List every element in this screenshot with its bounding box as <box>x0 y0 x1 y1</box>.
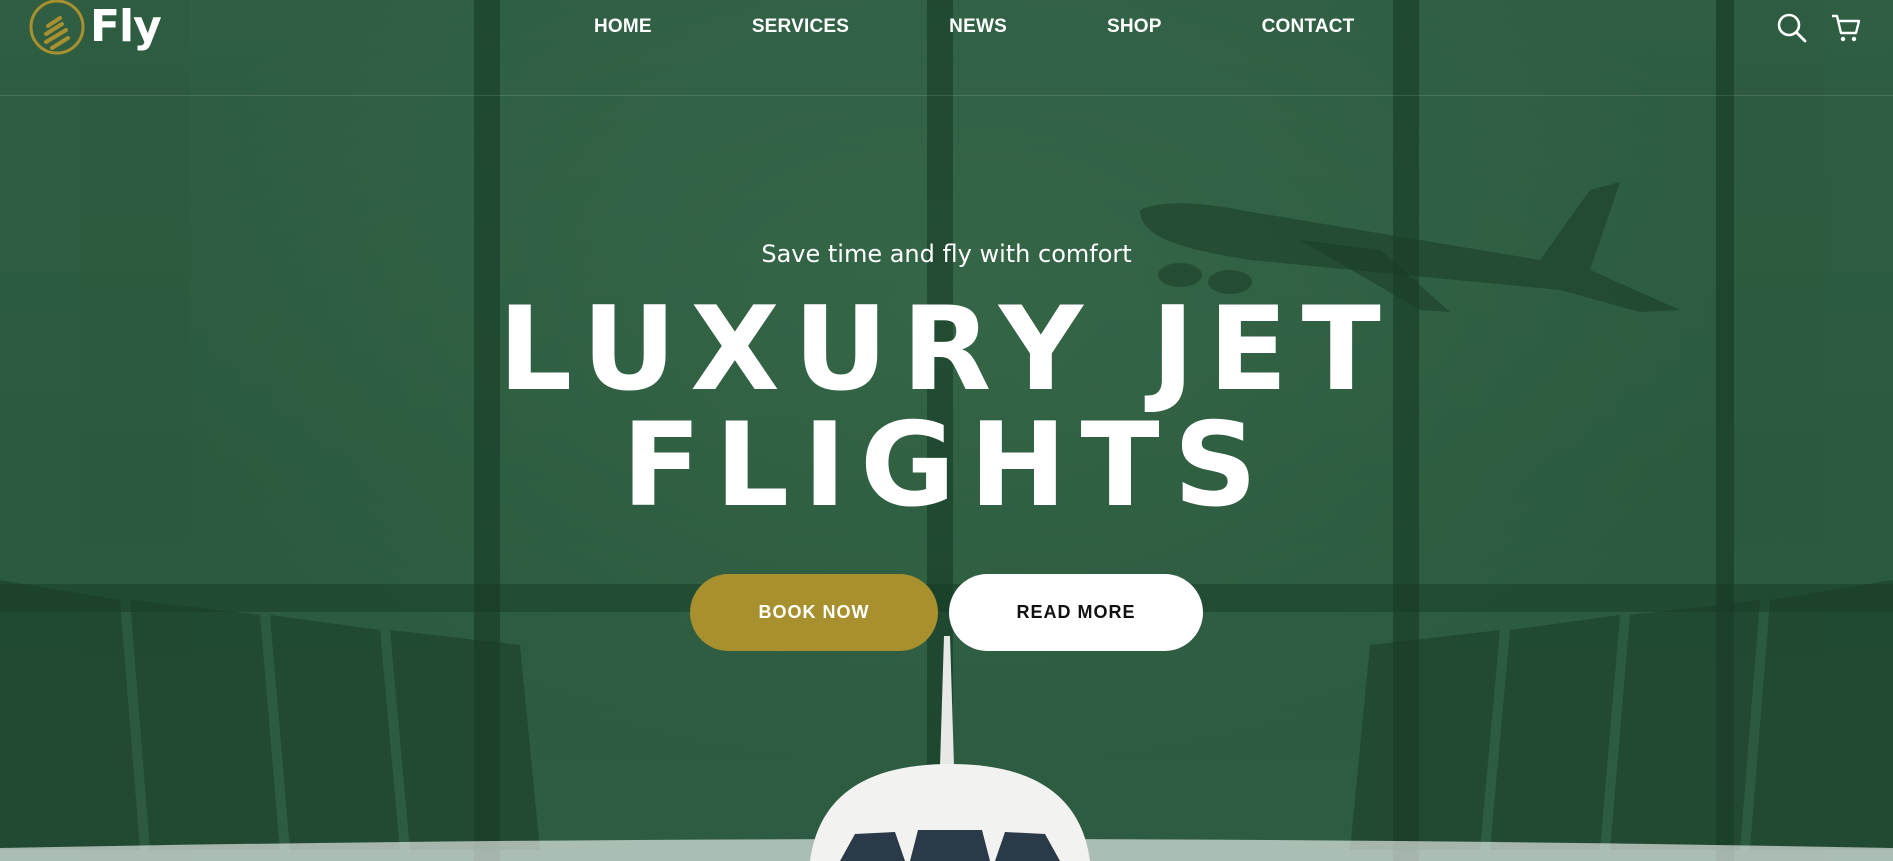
jet-nose-image <box>810 636 1090 861</box>
main-nav: HOME SERVICES NEWS SHOP CONTACT <box>594 16 1355 38</box>
headline-line-2: FLIGHTS <box>621 398 1272 533</box>
hero-subtitle: Save time and fly with comfort <box>761 240 1132 268</box>
nav-home[interactable]: HOME <box>594 16 652 38</box>
nav-news[interactable]: NEWS <box>949 16 1007 38</box>
nav-shop[interactable]: SHOP <box>1107 16 1162 38</box>
search-icon[interactable] <box>1776 12 1808 44</box>
headline-line-1: LUXURY JET <box>498 282 1395 417</box>
logo-icon <box>29 0 85 55</box>
nav-contact[interactable]: CONTACT <box>1262 16 1355 38</box>
site-header: Fly HOME SERVICES NEWS SHOP CONTACT <box>0 0 1893 96</box>
cart-icon[interactable] <box>1830 12 1862 44</box>
nav-services[interactable]: SERVICES <box>752 16 849 38</box>
read-more-button[interactable]: READ MORE <box>949 574 1203 651</box>
hero-headline: LUXURY JET FLIGHTS <box>0 292 1893 524</box>
brand-logo[interactable]: Fly <box>28 0 162 56</box>
brand-name: Fly <box>90 1 162 52</box>
book-now-button[interactable]: BOOK NOW <box>690 574 938 651</box>
